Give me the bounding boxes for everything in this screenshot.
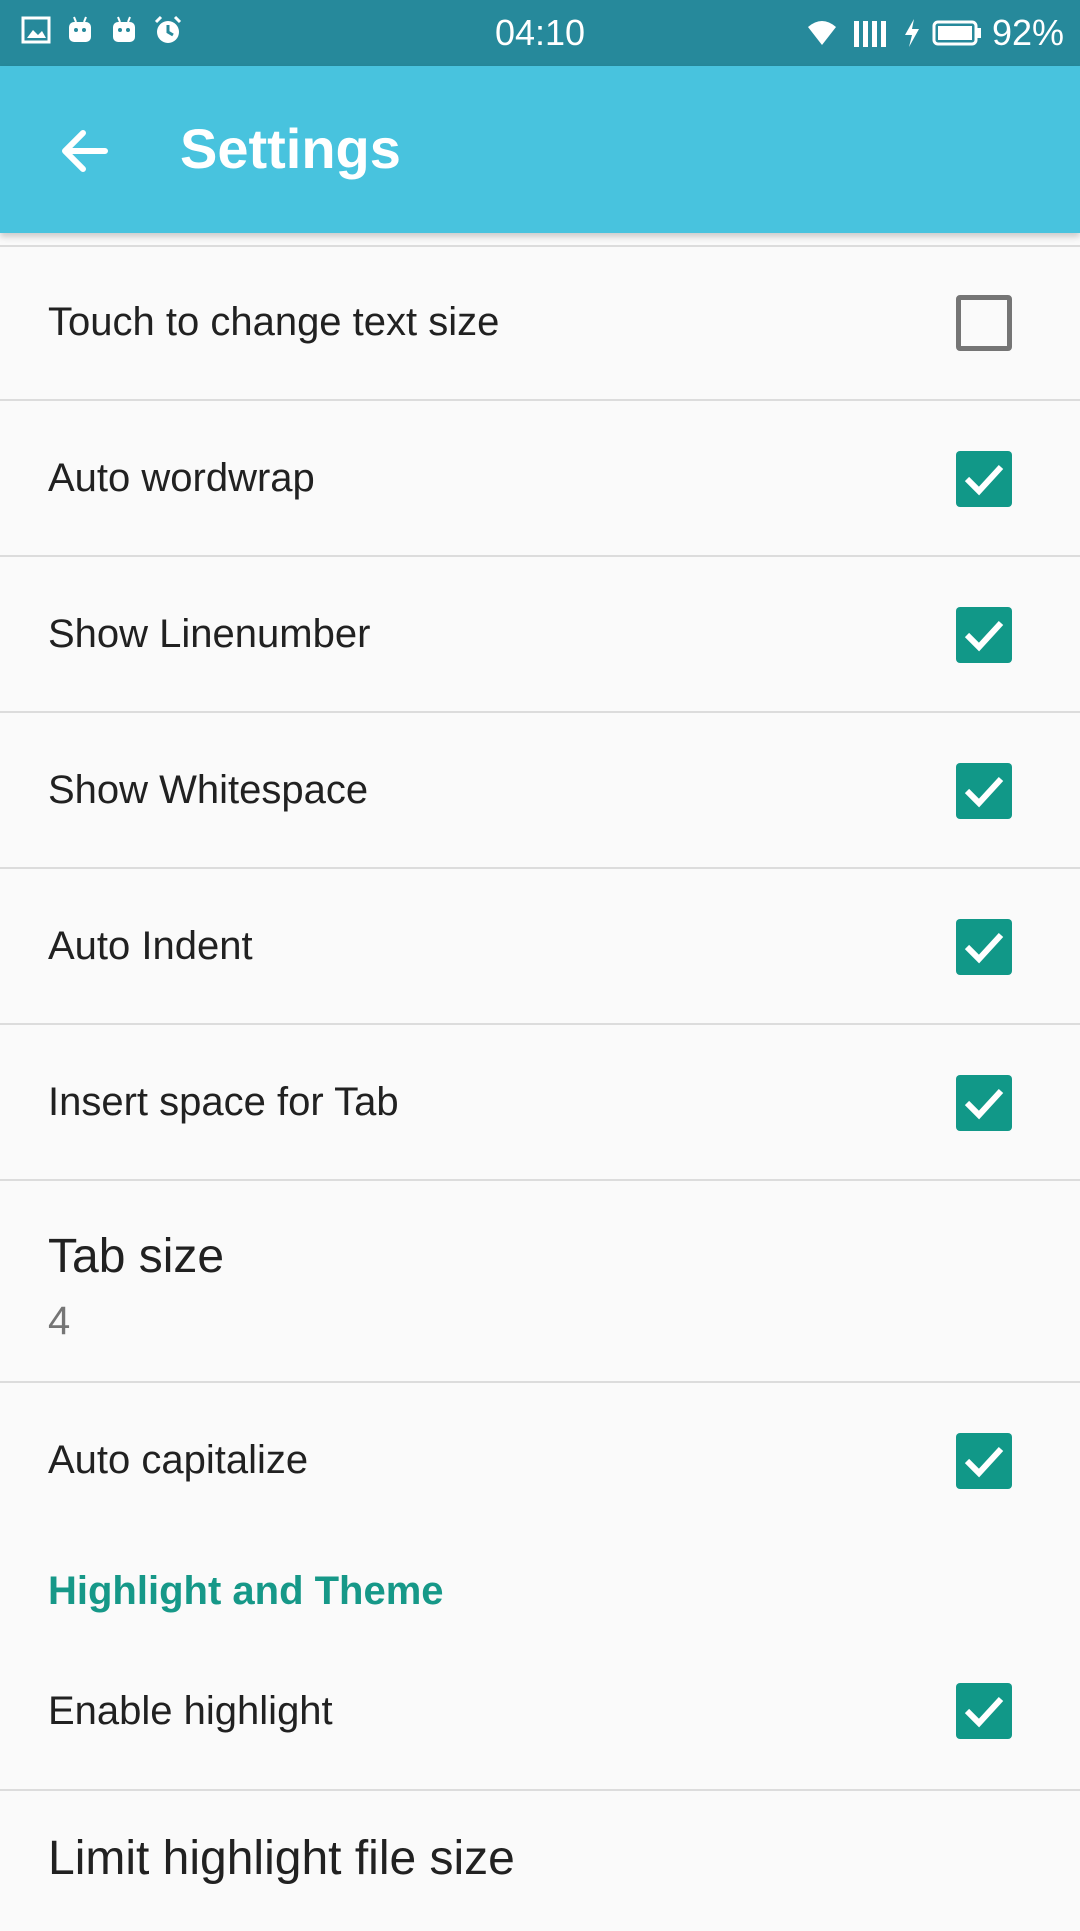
setting-auto-wordwrap[interactable]: Auto wordwrap xyxy=(0,401,1080,557)
arrow-back-icon xyxy=(62,130,108,172)
setting-title: Limit highlight file size xyxy=(48,1832,515,1885)
wifi-icon xyxy=(807,21,836,45)
setting-touch-text-size[interactable]: Touch to change text size xyxy=(0,245,1080,401)
battery-percent: 92% xyxy=(991,12,1064,53)
setting-label: Enable highlight xyxy=(48,1689,333,1733)
setting-auto-capitalize[interactable]: Auto capitalize xyxy=(0,1383,1080,1539)
checkmark-icon xyxy=(964,620,1004,652)
auto-indent-checkbox[interactable] xyxy=(956,919,1012,975)
setting-limit-highlight[interactable]: Limit highlight file size xyxy=(0,1791,1080,1931)
show-linenumber-checkbox[interactable] xyxy=(956,607,1012,663)
setting-enable-highlight[interactable]: Enable highlight xyxy=(0,1651,1080,1791)
touch-text-size-checkbox[interactable] xyxy=(956,295,1012,351)
setting-label: Auto wordwrap xyxy=(48,456,315,500)
section-header-highlight: Highlight and Theme xyxy=(0,1539,1080,1651)
setting-auto-indent[interactable]: Auto Indent xyxy=(0,869,1080,1025)
back-button[interactable] xyxy=(40,106,130,196)
enable-highlight-checkbox[interactable] xyxy=(956,1683,1012,1739)
checkmark-icon xyxy=(964,776,1004,808)
setting-label: Touch to change text size xyxy=(48,300,500,344)
checkmark-icon xyxy=(964,1696,1004,1728)
battery-icon xyxy=(932,20,981,46)
setting-tab-size[interactable]: Tab size 4 xyxy=(0,1181,1080,1383)
checkmark-icon xyxy=(964,932,1004,964)
setting-label: Auto Indent xyxy=(48,924,253,968)
setting-label: Auto capitalize xyxy=(48,1438,309,1482)
auto-capitalize-checkbox[interactable] xyxy=(956,1433,1012,1489)
checkmark-icon xyxy=(964,464,1004,496)
charging-icon xyxy=(904,19,919,47)
insert-space-tab-checkbox[interactable] xyxy=(956,1075,1012,1131)
checkmark-icon xyxy=(964,1088,1004,1120)
setting-title: Tab size xyxy=(48,1230,225,1283)
setting-label: Show Whitespace xyxy=(48,768,369,812)
setting-label: Show Linenumber xyxy=(48,612,371,656)
settings-list: Touch to change text size Auto wordwrap … xyxy=(0,245,1080,1931)
setting-insert-space-tab[interactable]: Insert space for Tab xyxy=(0,1025,1080,1181)
setting-show-linenumber[interactable]: Show Linenumber xyxy=(0,557,1080,713)
app-bar: Settings xyxy=(0,66,1080,233)
status-bar: 04:10 92% xyxy=(0,0,1080,66)
page-title: Settings xyxy=(180,117,401,180)
signal-icon xyxy=(853,21,886,47)
status-right-icons: 92% xyxy=(802,12,1064,54)
setting-value: 4 xyxy=(48,1299,71,1343)
section-title: Highlight and Theme xyxy=(48,1569,444,1613)
show-whitespace-checkbox[interactable] xyxy=(956,763,1012,819)
setting-label: Insert space for Tab xyxy=(48,1080,399,1124)
auto-wordwrap-checkbox[interactable] xyxy=(956,451,1012,507)
setting-show-whitespace[interactable]: Show Whitespace xyxy=(0,713,1080,869)
checkmark-icon xyxy=(964,1446,1004,1478)
